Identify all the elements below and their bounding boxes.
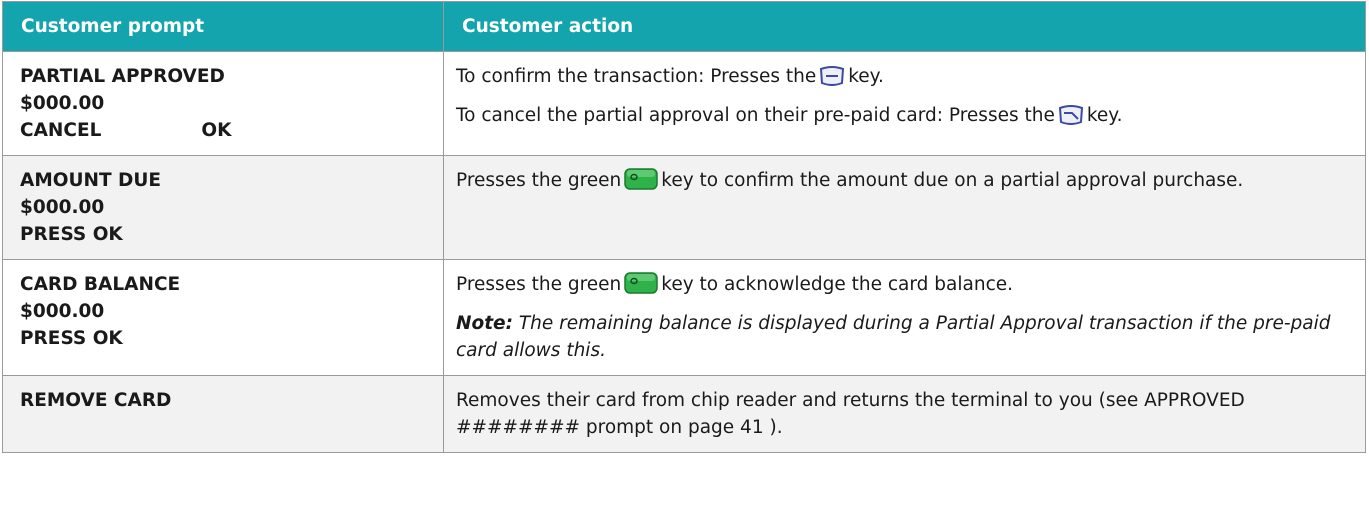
prompt-line: REMOVE CARD [20, 390, 172, 411]
action-paragraph: To confirm the transaction: Presses the k… [456, 63, 1355, 95]
action-cell: Removes their card from chip reader and … [443, 375, 1366, 453]
prompt-ok-label: OK [201, 120, 232, 141]
prompt-amount: $000.00 [20, 197, 105, 218]
right-softkey-icon [819, 65, 845, 95]
header-customer-prompt: Customer prompt [2, 1, 444, 52]
action-paragraph: Presses the green key to confirm the amou… [456, 167, 1355, 199]
prompt-cell: AMOUNT DUE $000.00 PRESS OK [2, 155, 444, 260]
customer-prompts-table: Customer prompt Customer action PARTIAL … [2, 1, 1366, 453]
action-text: Presses the green [456, 170, 622, 191]
action-cell: Presses the green key to acknowledge the … [443, 259, 1366, 376]
prompt-cell: CARD BALANCE $000.00 PRESS OK [2, 259, 444, 376]
table-header-row: Customer prompt Customer action [2, 1, 1366, 52]
prompt-amount: $000.00 [20, 93, 105, 114]
note-text: The remaining balance is displayed durin… [456, 313, 1331, 361]
prompt-line: AMOUNT DUE [20, 170, 162, 191]
header-customer-action: Customer action [443, 1, 1366, 52]
action-text: key to confirm the amount due on a parti… [661, 170, 1244, 191]
action-paragraph: To cancel the partial approval on their … [456, 102, 1355, 134]
action-text: Removes their card from chip reader and … [456, 390, 1245, 438]
table-row: AMOUNT DUE $000.00 PRESS OK Presses the … [2, 155, 1366, 260]
prompt-cancel-label: CANCEL [20, 120, 102, 141]
prompt-line: CARD BALANCE [20, 274, 181, 295]
prompt-amount: $000.00 [20, 301, 105, 322]
prompt-cell: PARTIAL APPROVED $000.00 CANCEL OK [2, 51, 444, 156]
table-row: PARTIAL APPROVED $000.00 CANCEL OK To con… [2, 51, 1366, 156]
left-softkey-icon [1058, 104, 1084, 134]
action-text: To cancel the partial approval on their … [456, 105, 1055, 126]
action-text: key to acknowledge the card balance. [661, 274, 1014, 295]
action-cell: To confirm the transaction: Presses the k… [443, 51, 1366, 156]
action-text: Presses the green [456, 274, 622, 295]
table-row: REMOVE CARD Removes their card from chip… [2, 375, 1366, 453]
note-label: Note: [456, 313, 513, 334]
green-ok-key-icon [624, 271, 659, 303]
action-text: key. [848, 66, 884, 87]
prompt-line: PARTIAL APPROVED [20, 66, 225, 87]
note-paragraph: Note: The remaining balance is displayed… [456, 310, 1355, 364]
action-paragraph: Presses the green key to acknowledge the … [456, 271, 1355, 303]
prompt-line: PRESS OK [20, 224, 123, 245]
action-text: key. [1086, 105, 1123, 126]
action-text: To confirm the transaction: Presses the [456, 66, 817, 87]
prompt-cell: REMOVE CARD [2, 375, 444, 453]
table-row: CARD BALANCE $000.00 PRESS OK Presses th… [2, 259, 1366, 376]
prompt-softkey-row: CANCEL OK [20, 117, 433, 144]
action-cell: Presses the green key to confirm the amou… [443, 155, 1366, 260]
green-ok-key-icon [624, 167, 659, 199]
prompt-line: PRESS OK [20, 328, 123, 349]
